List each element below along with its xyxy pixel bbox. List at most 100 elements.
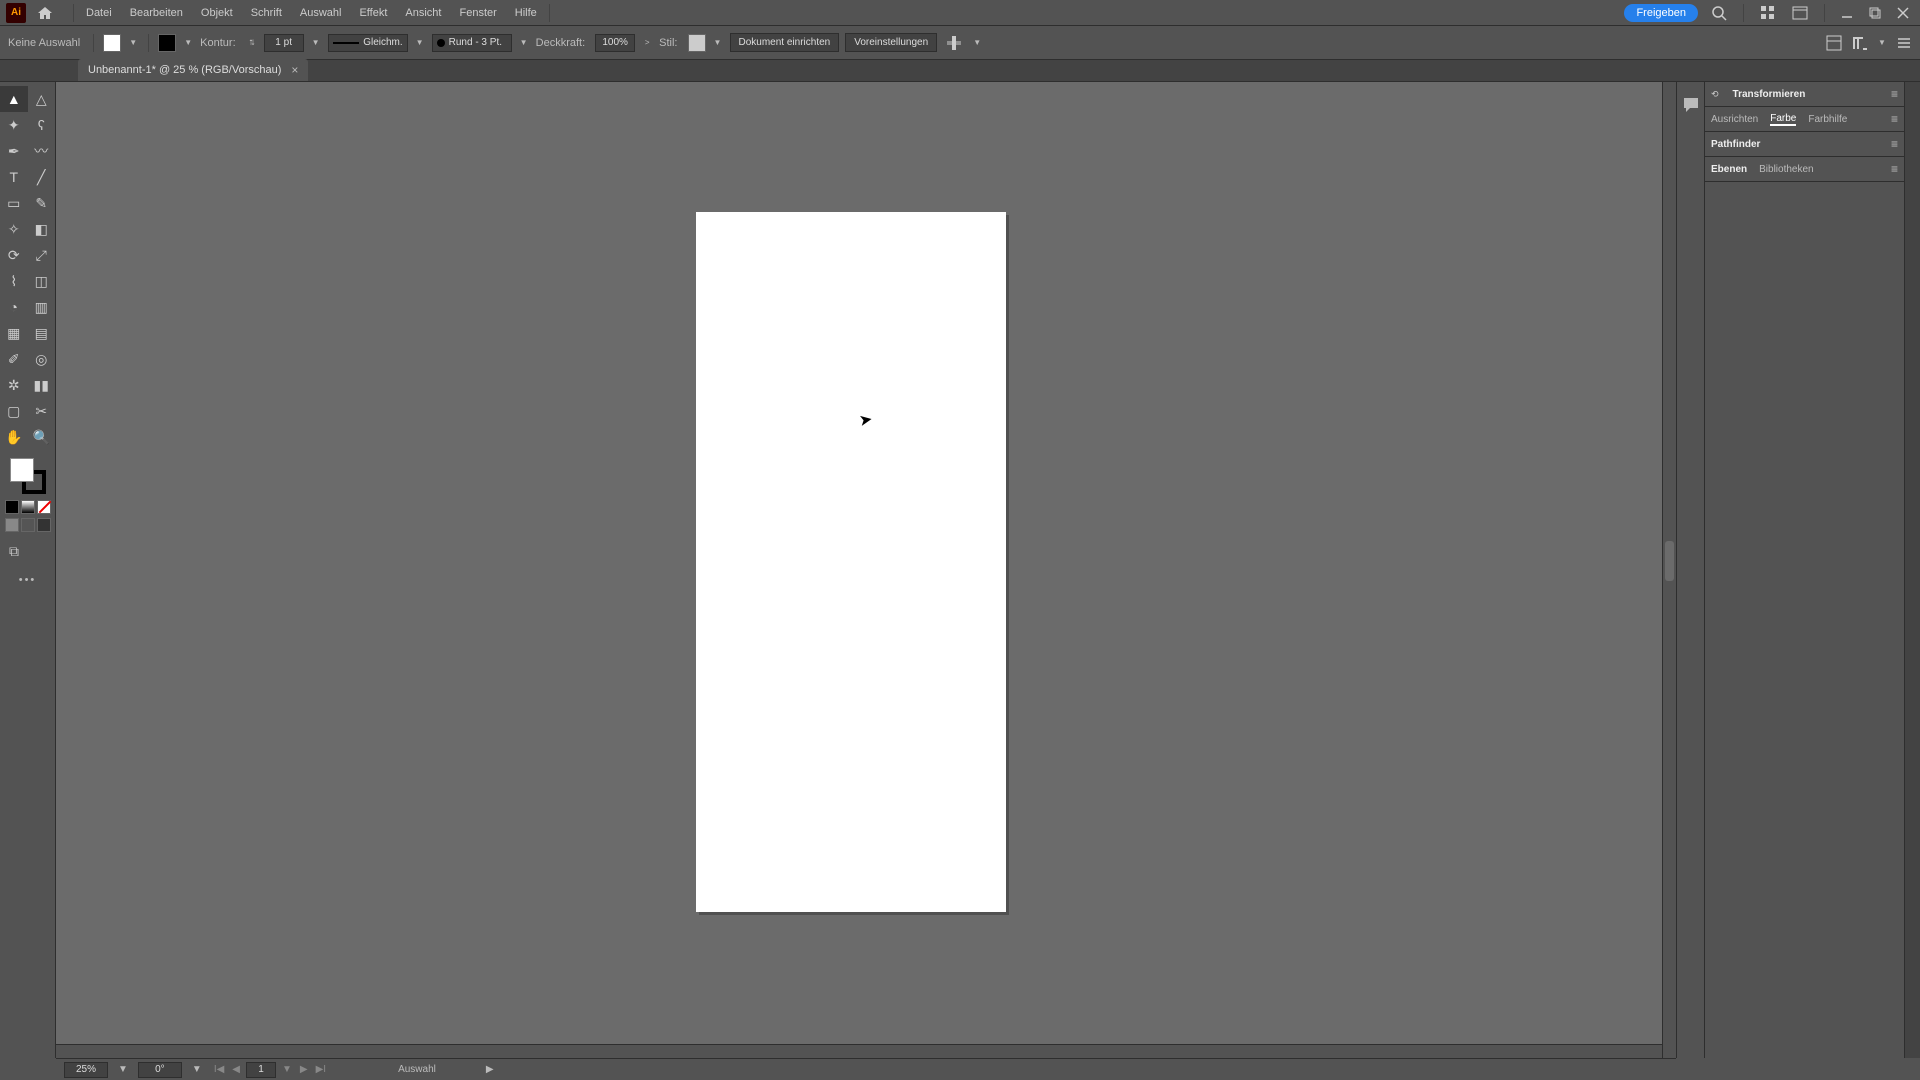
search-button[interactable] (1708, 2, 1730, 24)
document-setup-button[interactable]: Dokument einrichten (730, 33, 840, 52)
panel-menu[interactable]: ≡ (1891, 112, 1898, 126)
free-transform-tool[interactable]: ◫ (28, 268, 56, 294)
color-mode-gradient[interactable] (21, 500, 35, 514)
stroke-weight-stepper[interactable]: ⮁ (246, 34, 258, 52)
line-tool[interactable]: ╱ (28, 164, 56, 190)
status-menu[interactable]: ▶ (486, 1064, 494, 1075)
para-dropdown[interactable]: ▼ (1876, 34, 1888, 52)
scale-tool[interactable]: ⤢ (28, 242, 56, 268)
zoom-tool[interactable]: 🔍 (28, 424, 56, 450)
gradient-tool[interactable]: ▤ (28, 320, 56, 346)
menu-datei[interactable]: Datei (77, 0, 121, 26)
link-icon[interactable]: ⟲ (1711, 89, 1719, 100)
magic-wand-tool[interactable]: ✦ (0, 112, 28, 138)
artboard-dropdown[interactable]: ▼ (280, 1064, 294, 1075)
artboard-tool[interactable]: ▢ (0, 398, 28, 424)
perspective-tool[interactable]: ▥ (28, 294, 56, 320)
preferences-button[interactable]: Voreinstellungen (845, 33, 937, 52)
zoom-level-input[interactable] (64, 1062, 108, 1078)
lasso-tool[interactable]: ʕ (28, 112, 56, 138)
curvature-tool[interactable]: 〰 (28, 138, 56, 164)
brush-definition[interactable]: Rund - 3 Pt. (432, 34, 512, 52)
panel-menu[interactable]: ≡ (1891, 137, 1898, 151)
window-minimize[interactable] (1838, 4, 1856, 22)
style-dropdown[interactable]: ▼ (712, 34, 724, 52)
stroke-profile-uniform[interactable]: Gleichm. (328, 34, 408, 52)
panel-tab-transform[interactable]: Transformieren (1733, 89, 1806, 100)
selection-tool[interactable]: ▲ (0, 86, 28, 112)
artboard-first[interactable]: I◀ (212, 1064, 226, 1075)
panel-tab-colorguide[interactable]: Farbhilfe (1808, 114, 1847, 125)
color-mode-none[interactable] (37, 500, 51, 514)
vertical-scrollbar-thumb[interactable] (1665, 541, 1674, 581)
window-maximize[interactable] (1866, 4, 1884, 22)
workspace-switcher[interactable] (1757, 2, 1779, 24)
symbol-sprayer-tool[interactable]: ✲ (0, 372, 28, 398)
fill-color-box[interactable] (10, 458, 34, 482)
opacity-input[interactable] (595, 34, 635, 52)
rotate-tool[interactable]: ⟳ (0, 242, 28, 268)
menu-schrift[interactable]: Schrift (242, 0, 291, 26)
menu-fenster[interactable]: Fenster (450, 0, 505, 26)
isolation-button[interactable] (1850, 35, 1868, 51)
artboard[interactable] (696, 212, 1006, 912)
stroke-weight-dropdown[interactable]: ▼ (310, 34, 322, 52)
stroke-profile-uniform-dropdown[interactable]: ▼ (414, 34, 426, 52)
pen-tool[interactable]: ✒ (0, 138, 28, 164)
screen-mode-full[interactable] (21, 518, 35, 532)
rectangle-tool[interactable]: ▭ (0, 190, 28, 216)
shape-builder-tool[interactable]: ◔ (0, 294, 28, 320)
panel-tab-layers[interactable]: Ebenen (1711, 164, 1747, 175)
stroke-dropdown[interactable]: ▼ (182, 34, 194, 52)
document-tab-close[interactable]: × (291, 63, 298, 77)
share-button[interactable]: Freigeben (1624, 4, 1698, 22)
brush-definition-dropdown[interactable]: ▼ (518, 34, 530, 52)
menu-auswahl[interactable]: Auswahl (291, 0, 351, 26)
style-swatch[interactable] (688, 34, 706, 52)
arrange-documents[interactable] (1789, 2, 1811, 24)
width-tool[interactable]: ⌇ (0, 268, 28, 294)
opacity-dropdown[interactable]: > (641, 34, 653, 52)
mesh-tool[interactable]: ▦ (0, 320, 28, 346)
panel-menu-button[interactable] (1896, 35, 1912, 51)
stroke-swatch[interactable] (158, 34, 176, 52)
align-to-button[interactable] (943, 32, 965, 54)
collapse-strip[interactable] (1904, 82, 1920, 1058)
type-tool[interactable]: T (0, 164, 28, 190)
direct-selection-tool[interactable]: △ (28, 86, 56, 112)
artboard-next[interactable]: ▶ (298, 1064, 310, 1075)
paintbrush-tool[interactable]: ✎ (28, 190, 56, 216)
slice-tool[interactable]: ✂ (28, 398, 56, 424)
change-screen-mode[interactable]: ⧉ (0, 538, 28, 564)
window-close[interactable] (1894, 4, 1912, 22)
artboard-prev[interactable]: ◀ (230, 1064, 242, 1075)
color-mode-solid[interactable] (5, 500, 19, 514)
edit-toolbar-button[interactable]: ••• (19, 574, 37, 586)
align-to-dropdown[interactable]: ▼ (971, 34, 983, 52)
vertical-scrollbar[interactable] (1662, 82, 1676, 1058)
menu-bearbeiten[interactable]: Bearbeiten (121, 0, 192, 26)
document-tab[interactable]: Unbenannt-1* @ 25 % (RGB/Vorschau) × (78, 59, 308, 81)
canvas[interactable]: ➤ (56, 82, 1676, 1058)
panel-menu[interactable]: ≡ (1891, 87, 1898, 101)
hand-tool[interactable]: ✋ (0, 424, 28, 450)
essentials-icon[interactable] (1826, 35, 1842, 51)
menu-ansicht[interactable]: Ansicht (396, 0, 450, 26)
shaper-tool[interactable]: ✧ (0, 216, 28, 242)
panel-tab-color[interactable]: Farbe (1770, 113, 1796, 126)
rotation-dropdown[interactable]: ▼ (192, 1064, 202, 1075)
fill-stroke-indicator[interactable] (8, 456, 48, 496)
fill-dropdown[interactable]: ▼ (127, 34, 139, 52)
screen-mode-present[interactable] (37, 518, 51, 532)
panel-tab-libraries[interactable]: Bibliotheken (1759, 164, 1813, 175)
menu-hilfe[interactable]: Hilfe (506, 0, 546, 26)
comments-panel-icon[interactable] (1682, 96, 1700, 114)
blend-tool[interactable]: ◎ (28, 346, 56, 372)
panel-tab-pathfinder[interactable]: Pathfinder (1711, 139, 1760, 150)
menu-objekt[interactable]: Objekt (192, 0, 242, 26)
eyedropper-tool[interactable]: ✐ (0, 346, 28, 372)
eraser-tool[interactable]: ◧ (28, 216, 56, 242)
panel-menu[interactable]: ≡ (1891, 162, 1898, 176)
horizontal-scrollbar[interactable] (56, 1044, 1662, 1058)
panel-tab-align[interactable]: Ausrichten (1711, 114, 1758, 125)
